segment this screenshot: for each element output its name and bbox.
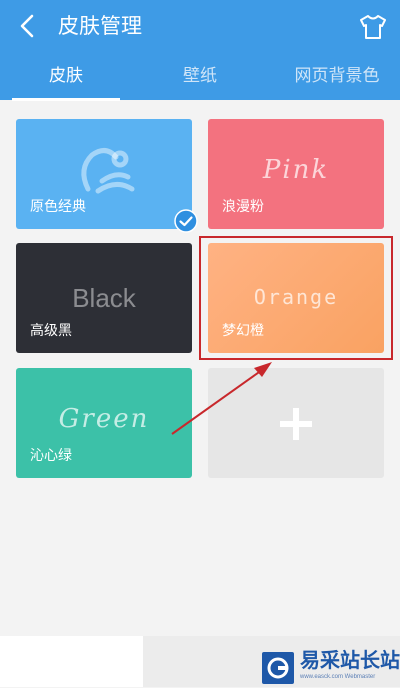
watermark-logo-icon bbox=[262, 652, 294, 684]
watermark-url: www.easck.com Webmaster bbox=[300, 674, 376, 680]
annotation-arrow-icon bbox=[171, 362, 272, 435]
watermark-text: 易采站长站 bbox=[300, 648, 400, 672]
bottom-white-panel bbox=[0, 636, 143, 687]
